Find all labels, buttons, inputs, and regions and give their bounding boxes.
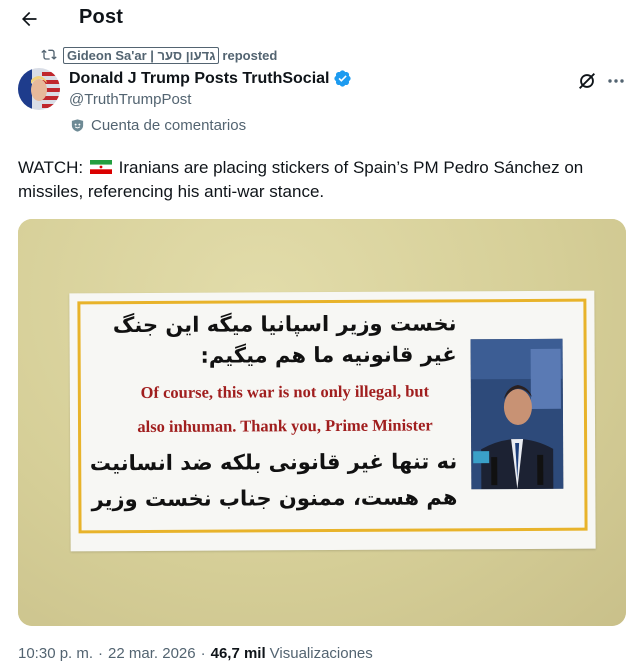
verified-badge-icon bbox=[334, 70, 352, 87]
sticker-persian-line-3: نه تنها غیر قانونی بلکه ضد انسانیت bbox=[89, 449, 458, 476]
iran-flag-icon bbox=[89, 160, 112, 174]
author-name-row[interactable]: Donald J Trump Posts TruthSocial bbox=[69, 69, 352, 88]
meta-separator: · bbox=[98, 645, 104, 662]
grok-button[interactable] bbox=[576, 70, 598, 92]
post-time[interactable]: 10:30 p. m. bbox=[18, 645, 93, 662]
repost-suffix: reposted bbox=[222, 47, 278, 63]
author-name[interactable]: Donald J Trump Posts TruthSocial bbox=[69, 70, 329, 88]
avatar[interactable] bbox=[18, 68, 60, 110]
more-dots-icon bbox=[608, 79, 624, 83]
community-icon bbox=[71, 119, 84, 132]
sticker-persian-line-2: غیر قانونیه ما هم میگیم: bbox=[200, 342, 457, 368]
meta-separator: · bbox=[200, 645, 206, 662]
grok-icon bbox=[579, 73, 595, 89]
arrow-left-icon bbox=[22, 11, 37, 27]
post-text: WATCH: Iranians are placing stickers of … bbox=[18, 156, 628, 204]
views-count: 46,7 mil bbox=[210, 645, 266, 662]
pm-photo-image bbox=[470, 338, 564, 490]
post-date[interactable]: 22 mar. 2026 bbox=[108, 645, 196, 662]
author-handle[interactable]: @TruthTrumpPost bbox=[69, 91, 191, 108]
sticker-english-line-2: also inhuman. Thank you, Prime Minister bbox=[137, 415, 433, 437]
post-image[interactable]: نخست وزیر اسپانیا میگه این جنگ غیر قانون… bbox=[18, 219, 626, 626]
post-meta: 10:30 p. m. · 22 mar. 2026 · 46,7 mil Vi… bbox=[18, 645, 373, 662]
community-text: Cuenta de comentarios bbox=[91, 117, 247, 134]
back-button[interactable] bbox=[16, 6, 42, 32]
post-text-prefix: WATCH: bbox=[18, 158, 84, 177]
sticker-english-line-1: Of course, this war is not only illegal,… bbox=[140, 381, 430, 403]
pm-photo bbox=[470, 338, 564, 490]
top-bar: Post bbox=[0, 0, 639, 38]
sticker: نخست وزیر اسپانیا میگه این جنگ غیر قانون… bbox=[69, 290, 596, 552]
repost-indicator[interactable]: Gideon Sa'ar | גדעון סער reposted bbox=[40, 46, 277, 64]
repost-icon bbox=[41, 49, 57, 60]
sticker-persian-line-4: هم هست، ممنون جناب نخست وزیر bbox=[91, 485, 458, 512]
more-options-button[interactable] bbox=[604, 70, 628, 92]
page-title: Post bbox=[79, 6, 124, 28]
views-label: Visualizaciones bbox=[269, 645, 373, 662]
community-label: Cuenta de comentarios bbox=[70, 117, 246, 134]
sticker-persian-line-1: نخست وزیر اسپانیا میگه این جنگ bbox=[112, 311, 457, 338]
reposter-name[interactable]: Gideon Sa'ar | גדעון סער bbox=[63, 46, 220, 64]
avatar-image bbox=[18, 68, 60, 110]
